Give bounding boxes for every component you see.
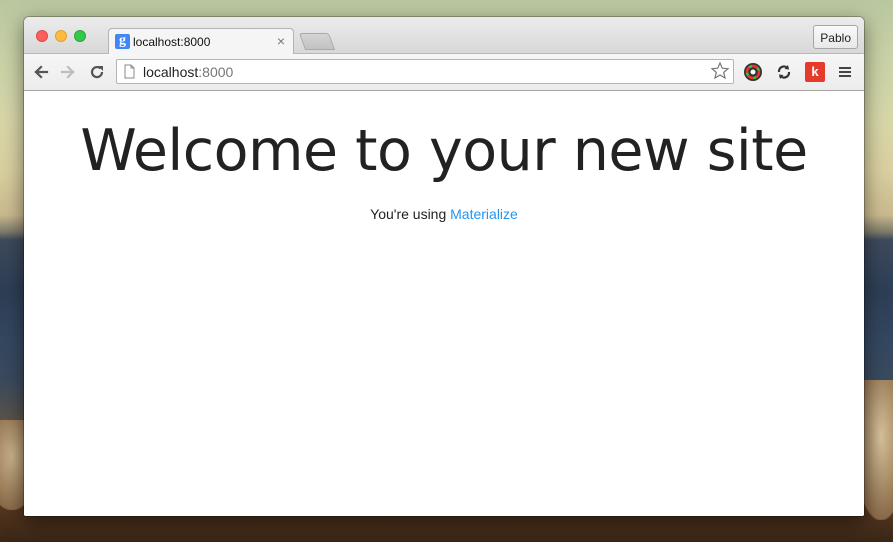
color-picker-icon[interactable]	[743, 62, 763, 82]
subline-text: You're using	[370, 206, 451, 222]
arrow-right-icon[interactable]	[58, 62, 78, 82]
desktop-background: g localhost:8000 × Pablo localhost:8000 …	[0, 0, 893, 542]
url-port: :8000	[198, 64, 234, 80]
google-favicon-icon: g	[115, 33, 130, 49]
tab-close-icon[interactable]: ×	[277, 33, 285, 49]
url-host: localhost	[143, 64, 199, 80]
new-tab-button[interactable]	[298, 33, 336, 50]
star-icon[interactable]	[710, 61, 730, 86]
page-subline: You're using Materialize	[24, 206, 864, 222]
browser-window: g localhost:8000 × Pablo localhost:8000 …	[24, 17, 864, 516]
page-content: Welcome to your new site You're using Ma…	[24, 91, 864, 516]
sync-icon[interactable]	[774, 62, 794, 82]
hamburger-menu-icon[interactable]	[835, 62, 855, 82]
url-text[interactable]: localhost:8000	[143, 64, 233, 80]
page-icon	[124, 64, 135, 84]
window-maximize-button[interactable]	[74, 30, 86, 42]
tab-title: localhost:8000	[133, 35, 211, 49]
window-minimize-button[interactable]	[55, 30, 67, 42]
k-extension-icon[interactable]: k	[805, 62, 825, 82]
arrow-left-icon[interactable]	[31, 62, 51, 82]
reload-icon[interactable]	[87, 62, 107, 82]
address-bar[interactable]: localhost:8000	[116, 59, 734, 84]
browser-toolbar: localhost:8000 k	[24, 54, 864, 91]
profile-button[interactable]: Pablo	[813, 25, 858, 49]
browser-tab-active[interactable]: g localhost:8000 ×	[108, 28, 294, 54]
materialize-link[interactable]: Materialize	[450, 206, 518, 222]
page-heading: Welcome to your new site	[80, 118, 808, 184]
window-close-button[interactable]	[36, 30, 48, 42]
title-bar: g localhost:8000 × Pablo	[24, 17, 864, 54]
